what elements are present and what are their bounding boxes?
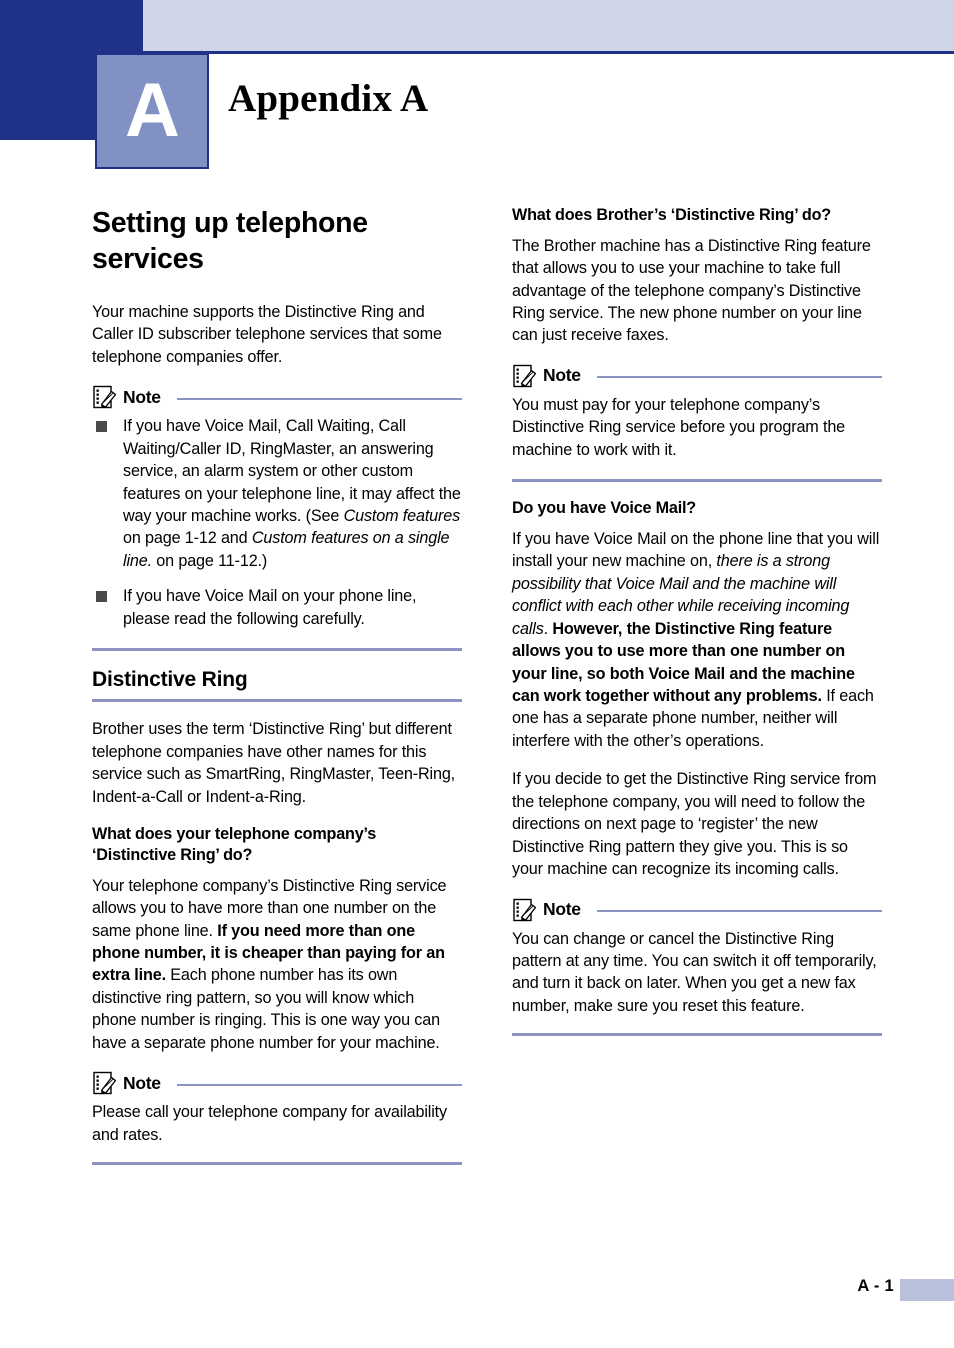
heading-do-you-have-voice-mail: Do you have Voice Mail?: [512, 499, 696, 518]
note-label: Note: [123, 386, 161, 407]
list-item: If you have Voice Mail on your phone lin…: [92, 585, 462, 630]
column-end-rule: [512, 1033, 882, 1037]
sub-heading-company-distinctive-ring: What does your telephone company’s ‘Dist…: [92, 825, 377, 864]
note-block-2: Note Please call your telephone company …: [92, 1070, 462, 1146]
note-block-1: Note If you have Voice Mail, Call Waitin…: [92, 384, 462, 630]
note-body: You must pay for your telephone company’…: [512, 394, 882, 461]
note-text: Please call your telephone company for a…: [92, 1103, 447, 1144]
note-label: Note: [543, 365, 581, 386]
note-rule: [596, 376, 882, 379]
note-rule: [176, 1083, 462, 1086]
note-pencil-icon: [513, 364, 537, 388]
heading-brother-distinctive-ring: What does Brother’s ‘Distinctive Ring’ d…: [512, 206, 831, 224]
note-block-4: Note You can change or cancel the Distin…: [512, 897, 882, 1018]
header-rule: [143, 51, 954, 54]
bullet-square-icon: [96, 421, 107, 433]
bullet-square-icon: [96, 591, 107, 603]
list-item: If you have Voice Mail, Call Waiting, Ca…: [92, 415, 462, 572]
column-end-rule: [92, 1162, 462, 1166]
bullet-text-part2: on page 1-12 and: [123, 529, 252, 548]
chapter-letter-box: A: [95, 53, 209, 169]
paragraph-brother-machine: The Brother machine has a Distinctive Ri…: [512, 236, 871, 345]
section-heading-underline: [92, 699, 462, 703]
bullet-text-part3: on page 11-12.): [151, 551, 268, 570]
section-paragraph: Brother uses the term ‘Distinctive Ring’…: [92, 720, 456, 806]
footer-color-block: [900, 1279, 954, 1301]
note-text: You must pay for your telephone company’…: [512, 395, 846, 459]
bullet-text-italic1: Custom features: [343, 507, 461, 525]
section-divider-rule: [512, 479, 882, 483]
paragraph-voice-mail: If you have Voice Mail on the phone line…: [512, 528, 882, 752]
note-rule: [596, 910, 882, 913]
paragraph-register-pattern: If you decide to get the Distinctive Rin…: [512, 770, 877, 879]
note-header: Note: [92, 1070, 462, 1096]
header-light-band: [143, 0, 954, 51]
section-heading-distinctive-ring: Distinctive Ring: [92, 668, 248, 692]
note-rule: [176, 397, 462, 400]
note-header: Note: [92, 384, 462, 410]
note-text: You can change or cancel the Distinctive…: [512, 929, 877, 1015]
note-body: You can change or cancel the Distinctive…: [512, 928, 882, 1018]
bullet-text: If you have Voice Mail on your phone lin…: [123, 587, 417, 628]
chapter-letter: A: [125, 68, 180, 153]
note-label: Note: [123, 1072, 161, 1093]
sub-paragraph: Your telephone company’s Distinctive Rin…: [92, 875, 462, 1055]
note-header: Note: [512, 897, 882, 923]
note-body: Please call your telephone company for a…: [92, 1101, 462, 1146]
note-header: Note: [512, 363, 882, 389]
left-column: Setting up telephone services Your machi…: [92, 205, 462, 1166]
note-bullet-list: If you have Voice Mail, Call Waiting, Ca…: [92, 415, 462, 630]
page-title-appendix: Appendix A: [228, 77, 429, 120]
footer-page-number: A - 1: [857, 1277, 894, 1295]
page-title: Setting up telephone services: [92, 207, 368, 276]
note-block-3: Note You must pay for your telephone com…: [512, 363, 882, 461]
note-pencil-icon: [93, 386, 117, 409]
paragraph-voice-mail-bold1: However, the Distinctive Ring feature al…: [512, 619, 855, 706]
note-label: Note: [543, 899, 581, 920]
note-pencil-icon: [93, 1071, 117, 1095]
note-pencil-icon: [513, 898, 537, 921]
right-column: What does Brother’s ‘Distinctive Ring’ d…: [512, 205, 882, 1037]
intro-paragraph: Your machine supports the Distinctive Ri…: [92, 302, 442, 366]
section-divider-rule: [92, 648, 462, 652]
